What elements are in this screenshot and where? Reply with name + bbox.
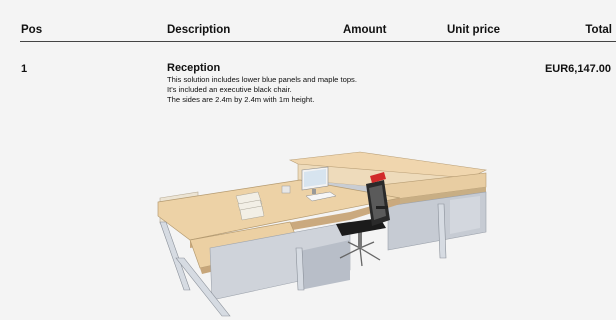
item-description-line: This solution includes lower blue panels… — [167, 75, 357, 84]
item-description-line: It's included an executive black chair. — [167, 85, 292, 94]
item-title: Reception — [167, 62, 221, 74]
column-header-total: Total — [585, 24, 612, 36]
item-position: 1 — [21, 63, 28, 75]
column-header-unit-price: Unit price — [447, 24, 501, 36]
item-description-line: The sides are 2.4m by 2.4m with 1m heigh… — [167, 95, 315, 104]
column-header-description: Description — [167, 24, 231, 36]
reception-desk-image — [157, 151, 487, 317]
item-total: EUR6,147.00 — [544, 63, 611, 75]
quote-page: Pos Description Amount Unit price Total … — [0, 0, 616, 320]
column-header-amount: Amount — [343, 24, 387, 36]
column-header-pos: Pos — [21, 24, 43, 36]
header-divider — [20, 41, 616, 42]
item-description: This solution includes lower blue panels… — [167, 75, 357, 105]
